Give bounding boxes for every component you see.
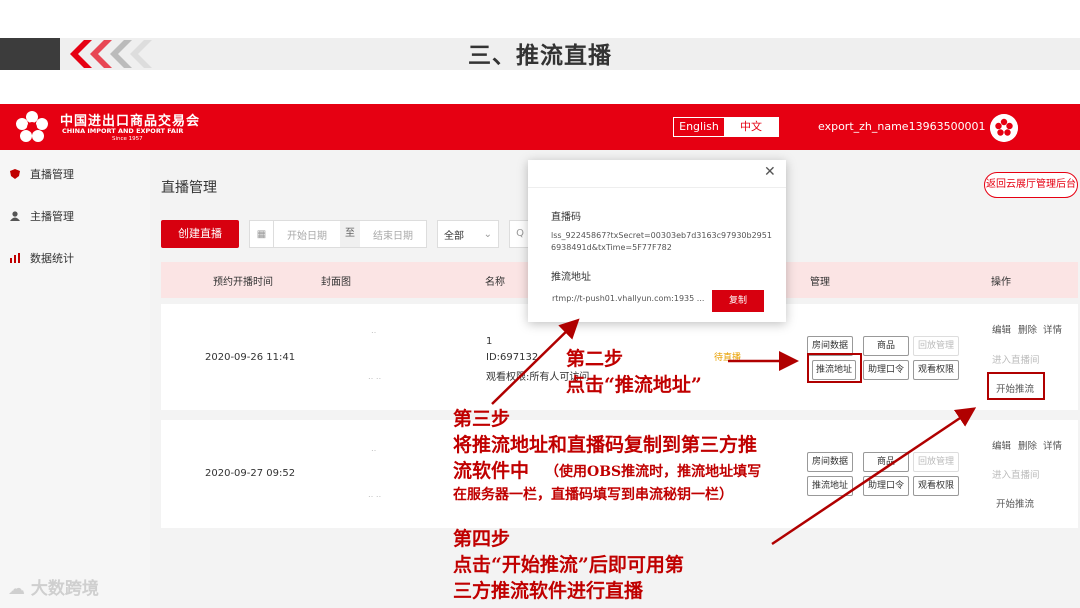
watermark-logo-icon: ☁	[8, 579, 25, 599]
step3-line3: 在服务器一栏，直播码填写到串流秘钥一栏）	[453, 487, 733, 503]
step4-line1: 点击“开始推流”后即可用第	[453, 554, 684, 576]
annotation-arrows	[491, 318, 977, 546]
step4-line2: 三方推流软件进行直播	[453, 580, 644, 602]
step3-line2: 流软件中	[453, 460, 530, 482]
watermark: ☁ 大数跨境	[8, 574, 99, 599]
step3-line2-note: （使用OBS推流时，推流地址填写	[545, 464, 762, 480]
watermark-text: 大数跨境	[30, 579, 99, 599]
step3-arrow	[491, 318, 580, 405]
step2-text: 点击“推流地址”	[566, 374, 702, 396]
step4-title: 第四步	[453, 528, 511, 550]
step3-line1: 将推流地址和直播码复制到第三方推	[453, 434, 758, 456]
step2-title: 第二步	[566, 348, 624, 370]
step4-arrow	[771, 407, 977, 546]
step3-title: 第三步	[453, 408, 511, 430]
